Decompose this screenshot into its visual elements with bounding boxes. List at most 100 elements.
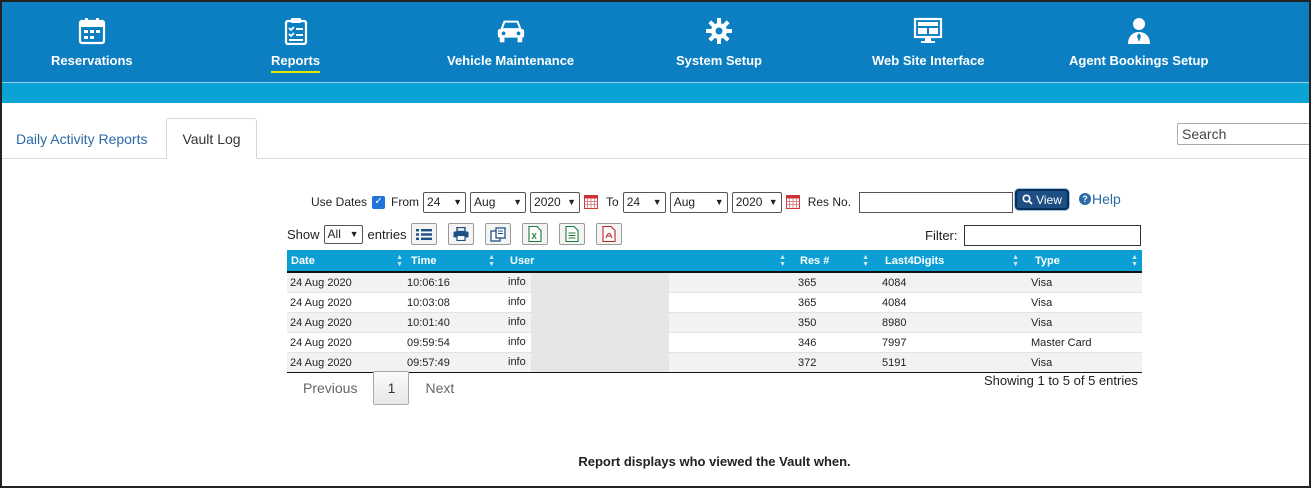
cell-user-text: info <box>508 336 526 349</box>
redacted-block <box>531 313 669 332</box>
export-csv-button[interactable] <box>558 223 585 245</box>
column-header-res-no[interactable]: Res # ▲ ▼ <box>790 250 873 273</box>
res-no-label: Res No. <box>807 195 852 209</box>
column-header-label: Last4Digits <box>885 254 945 267</box>
calendar-picker-icon[interactable] <box>584 195 599 209</box>
cell-type: Visa <box>1023 352 1142 373</box>
column-header-date[interactable]: Date ▲ ▼ <box>287 250 407 273</box>
column-header-label: Res # <box>800 254 830 267</box>
table-row: 24 Aug 2020 10:01:40 info 350 8980 Visa <box>287 312 1142 333</box>
app-window: Reservations Reports Vehicle Maintenance… <box>0 0 1311 488</box>
cell-res-no: 350 <box>790 312 873 333</box>
to-month-select[interactable]: Aug ▼ <box>669 191 728 213</box>
page-1-button[interactable]: 1 <box>373 371 410 405</box>
cell-type: Visa <box>1023 292 1142 313</box>
cell-res-no: 365 <box>790 272 873 293</box>
cell-user: info <box>499 312 790 333</box>
next-page-button[interactable]: Next <box>409 380 470 396</box>
list-icon <box>415 228 432 240</box>
column-header-user[interactable]: User ▲ ▼ <box>499 250 790 273</box>
view-button-label: View <box>1036 192 1062 207</box>
chevron-down-icon: ▼ <box>714 197 724 207</box>
print-button[interactable] <box>447 223 474 245</box>
to-day-select[interactable]: 24 ▼ <box>622 191 666 213</box>
cell-date: 24 Aug 2020 <box>287 332 407 353</box>
cell-last4digits: 8980 <box>873 312 1023 333</box>
redacted-block <box>531 273 669 292</box>
cell-date: 24 Aug 2020 <box>287 312 407 333</box>
use-dates-checkbox[interactable]: ✓ <box>372 195 386 209</box>
to-label: To <box>606 195 619 209</box>
from-year-select[interactable]: 2020 ▼ <box>530 191 581 213</box>
csv-file-icon <box>565 226 579 242</box>
chevron-down-icon: ▼ <box>513 197 523 207</box>
nav-item-vehicle-maintenance[interactable]: Vehicle Maintenance <box>447 16 574 76</box>
nav-item-agent-bookings-setup[interactable]: Agent Bookings Setup <box>1069 16 1208 76</box>
export-excel-button[interactable]: X <box>521 223 548 245</box>
date-filter-row: Use Dates ✓ From 24 ▼ Aug ▼ 2020 ▼ To 24 ▼ A… <box>311 190 1014 214</box>
redacted-block <box>531 333 669 352</box>
cell-last4digits: 4084 <box>873 272 1023 293</box>
calendar-icon <box>77 16 107 46</box>
table-header-row: Date ▲ ▼ Time ▲ ▼ User ▲ ▼ Res # ▲ ▼ Last4Digits… <box>287 250 1142 273</box>
nav-item-reports[interactable]: Reports <box>271 16 321 76</box>
from-day-select[interactable]: 24 ▼ <box>423 191 467 213</box>
pdf-file-icon <box>602 226 616 242</box>
tab-daily-activity-reports[interactable]: Daily Activity Reports <box>2 118 161 159</box>
nav-item-label: Web Site Interface <box>872 53 985 68</box>
to-year-select[interactable]: 2020 ▼ <box>731 191 782 213</box>
column-header-time[interactable]: Time ▲ ▼ <box>407 250 499 273</box>
previous-page-button[interactable]: Previous <box>287 380 373 396</box>
nav-item-reservations[interactable]: Reservations <box>51 16 133 76</box>
cell-time: 10:01:40 <box>407 312 499 333</box>
column-header-label: Date <box>291 254 315 267</box>
calendar-picker-icon[interactable] <box>785 195 800 209</box>
export-pdf-button[interactable] <box>595 223 622 245</box>
cell-type: Master Card <box>1023 332 1142 353</box>
chevron-down-icon: ▼ <box>567 197 577 207</box>
sort-icon: ▲ ▼ <box>779 254 786 268</box>
cell-time: 10:06:16 <box>407 272 499 293</box>
show-entries-value: All <box>327 227 341 241</box>
cell-res-no: 372 <box>790 352 873 373</box>
nav-item-label: Reservations <box>51 53 133 68</box>
tab-vault-log[interactable]: Vault Log <box>166 118 257 159</box>
column-header-last4digits[interactable]: Last4Digits ▲ ▼ <box>873 250 1023 273</box>
cell-last4digits: 4084 <box>873 292 1023 313</box>
table-info: Showing 1 to 5 of 5 entries <box>984 373 1138 388</box>
nav-item-web-site-interface[interactable]: Web Site Interface <box>872 16 984 76</box>
from-month-value: Aug <box>474 195 496 209</box>
show-entries-select[interactable]: All ▼ <box>323 224 363 244</box>
cell-time: 10:03:08 <box>407 292 499 313</box>
res-no-input[interactable] <box>859 191 1014 213</box>
view-button[interactable]: View <box>1015 189 1069 210</box>
svg-text:X: X <box>531 232 537 241</box>
filter-input[interactable] <box>963 224 1141 246</box>
vault-log-table: Date ▲ ▼ Time ▲ ▼ User ▲ ▼ Res # ▲ ▼ Last4Digits… <box>287 250 1142 373</box>
nav-item-system-setup[interactable]: System Setup <box>676 16 762 76</box>
cell-date: 24 Aug 2020 <box>287 352 407 373</box>
from-day-value: 24 <box>427 195 441 209</box>
cell-time: 09:59:54 <box>407 332 499 353</box>
cell-last4digits: 7997 <box>873 332 1023 353</box>
clipboard-checklist-icon <box>281 16 311 46</box>
column-header-label: Type <box>1035 254 1060 267</box>
nav-item-label: Vehicle Maintenance <box>447 53 575 68</box>
from-month-select[interactable]: Aug ▼ <box>470 191 527 213</box>
redacted-block <box>531 293 669 312</box>
cell-type: Visa <box>1023 272 1142 293</box>
sort-icon: ▲ ▼ <box>396 254 403 268</box>
sub-nav-bar <box>2 83 1309 103</box>
user-tie-icon <box>1124 16 1154 46</box>
help-link[interactable]: ? Help <box>1079 191 1121 207</box>
cell-user: info <box>499 292 790 313</box>
column-visibility-button[interactable] <box>410 223 437 245</box>
show-label: Show <box>287 226 320 242</box>
search-input[interactable] <box>1177 123 1309 145</box>
copy-button[interactable] <box>484 223 511 245</box>
pagination: Previous 1 Next <box>287 371 470 405</box>
column-header-type[interactable]: Type ▲ ▼ <box>1023 250 1142 273</box>
to-day-value: 24 <box>626 195 641 209</box>
car-icon <box>496 16 526 46</box>
help-icon: ? <box>1079 193 1091 205</box>
